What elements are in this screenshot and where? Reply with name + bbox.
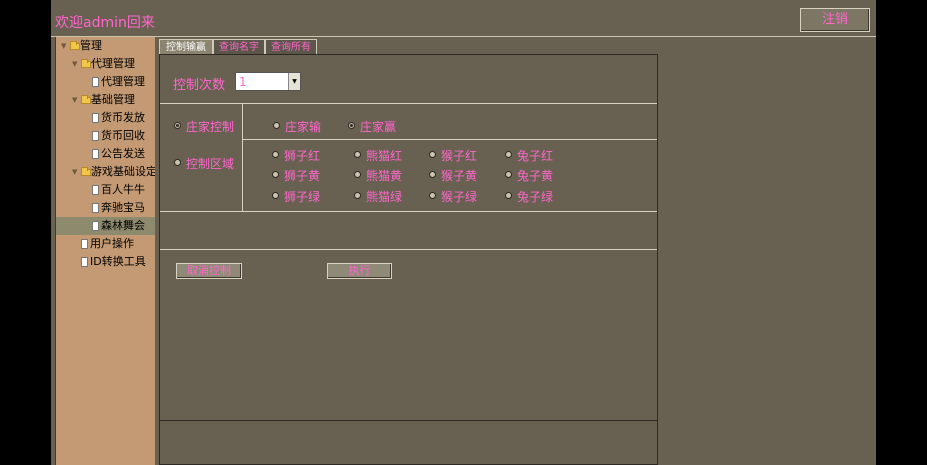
- tree-item-basic-folder[interactable]: ▼ 基础管理: [56, 91, 155, 109]
- region-radio[interactable]: [354, 171, 361, 178]
- tab-query-name[interactable]: 查询名字: [213, 39, 265, 55]
- sidebar-tree: ▼ 管理 ▼ 代理管理 代理管理 ▼ 基础管理 货币发放 货币回收 公告发送 ▼…: [55, 37, 157, 465]
- folder-icon: [81, 167, 91, 176]
- tree-item-id-convert[interactable]: ID转换工具: [56, 253, 155, 271]
- count-value: 1: [239, 75, 247, 89]
- banker-lose-radio[interactable]: [273, 122, 280, 129]
- tree-item-agent-manage[interactable]: 代理管理: [56, 73, 155, 91]
- tree-item-agent-folder[interactable]: ▼ 代理管理: [56, 55, 155, 73]
- count-select[interactable]: 1 ▼: [235, 72, 301, 91]
- file-icon: [92, 221, 99, 231]
- tree-item-hundred-niuniu[interactable]: 百人牛牛: [56, 181, 155, 199]
- tree-expand-icon[interactable]: ▼: [72, 91, 77, 109]
- banker-win-radio[interactable]: [348, 122, 355, 129]
- logout-button[interactable]: 注销: [800, 8, 870, 32]
- tree-item-user-ops[interactable]: 用户操作: [56, 235, 155, 253]
- execute-button[interactable]: 执行: [327, 263, 392, 279]
- tree-item-benz-bmw[interactable]: 奔驰宝马: [56, 199, 155, 217]
- tab-control-win-lose[interactable]: 控制输赢: [159, 39, 213, 55]
- welcome-text: 欢迎admin回来: [55, 15, 155, 31]
- count-label: 控制次数: [173, 78, 226, 93]
- region-radio[interactable]: [354, 192, 361, 199]
- folder-icon: [81, 59, 91, 68]
- divider: [160, 103, 657, 104]
- tree-label: 代理管理: [91, 57, 135, 70]
- banker-win-label: 庄家赢: [360, 120, 397, 134]
- tree-item-currency-issue[interactable]: 货币发放: [56, 109, 155, 127]
- banker-mode-label: 庄家控制: [186, 120, 235, 134]
- region-label: 猴子红: [441, 149, 478, 163]
- tree-item-currency-recover[interactable]: 货币回收: [56, 127, 155, 145]
- file-icon: [81, 257, 88, 267]
- tree-expand-icon[interactable]: ▼: [61, 37, 66, 55]
- region-label: 熊猫红: [366, 149, 403, 163]
- divider-vertical: [242, 103, 243, 211]
- tree-label: 货币回收: [101, 129, 145, 142]
- region-label: 猴子黄: [441, 169, 478, 183]
- tree-label: ID转换工具: [90, 255, 146, 268]
- tree-label: 公告发送: [101, 147, 145, 160]
- tree-label: 奔驰宝马: [101, 201, 145, 214]
- region-mode-radio[interactable]: [174, 159, 181, 166]
- tree-expand-icon[interactable]: ▼: [72, 163, 77, 181]
- tree-item-announcement[interactable]: 公告发送: [56, 145, 155, 163]
- region-radio[interactable]: [505, 151, 512, 158]
- region-radio[interactable]: [272, 171, 279, 178]
- region-label: 熊猫绿: [366, 190, 403, 204]
- tree-label: 代理管理: [101, 75, 145, 88]
- control-panel: 控制次数 1 ▼ 庄家控制 庄家输 庄家赢 控制区域 狮子红 熊猫红 猴子红 兔…: [159, 54, 658, 421]
- region-radio[interactable]: [429, 192, 436, 199]
- region-mode-label: 控制区域: [186, 157, 235, 171]
- divider: [242, 139, 657, 140]
- tree-item-game-settings-folder[interactable]: ▼ 游戏基础设定: [56, 163, 157, 181]
- file-icon: [92, 77, 99, 87]
- region-radio[interactable]: [272, 151, 279, 158]
- file-icon: [92, 113, 99, 123]
- region-label: 狮子黄: [284, 169, 321, 183]
- tree-label: 游戏基础设定: [91, 165, 157, 178]
- region-radio[interactable]: [429, 171, 436, 178]
- header-bar: 欢迎admin回来 注销: [51, 0, 876, 37]
- tree-label: 基础管理: [91, 93, 135, 106]
- banker-lose-label: 庄家输: [285, 120, 322, 134]
- file-icon: [92, 149, 99, 159]
- tree-item-management[interactable]: ▼ 管理: [56, 37, 155, 55]
- tree-label: 森林舞会: [101, 219, 145, 232]
- file-icon: [92, 131, 99, 141]
- content-area: 控制输赢 查询名字 查询所有 控制次数 1 ▼ 庄家控制 庄家输 庄家赢 控制区…: [155, 37, 660, 465]
- region-radio[interactable]: [505, 171, 512, 178]
- region-label: 兔子黄: [517, 169, 554, 183]
- tree-label: 管理: [80, 39, 102, 52]
- region-label: 狮子红: [284, 149, 321, 163]
- region-label: 熊猫黄: [366, 169, 403, 183]
- region-label: 狮子绿: [284, 190, 321, 204]
- dropdown-arrow-icon[interactable]: ▼: [288, 73, 300, 90]
- file-icon: [81, 239, 88, 249]
- tree-label: 货币发放: [101, 111, 145, 124]
- region-label: 猴子绿: [441, 190, 478, 204]
- region-radio[interactable]: [505, 192, 512, 199]
- folder-icon: [81, 95, 91, 104]
- folder-icon: [70, 41, 80, 50]
- region-radio[interactable]: [354, 151, 361, 158]
- divider: [160, 249, 657, 250]
- region-radio[interactable]: [272, 192, 279, 199]
- tree-item-forest-party[interactable]: 森林舞会: [56, 217, 155, 235]
- tree-label: 百人牛牛: [101, 183, 145, 196]
- tab-query-all[interactable]: 查询所有: [265, 39, 317, 55]
- region-label: 兔子红: [517, 149, 554, 163]
- tree-expand-icon[interactable]: ▼: [72, 55, 77, 73]
- banker-mode-radio[interactable]: [174, 122, 181, 129]
- tree-label: 用户操作: [90, 237, 134, 250]
- file-icon: [92, 203, 99, 213]
- region-radio[interactable]: [429, 151, 436, 158]
- file-icon: [92, 185, 99, 195]
- divider: [160, 211, 657, 212]
- admin-app: 欢迎admin回来 注销 ▼ 管理 ▼ 代理管理 代理管理 ▼ 基础管理 货币发…: [51, 0, 876, 465]
- region-label: 兔子绿: [517, 190, 554, 204]
- cancel-control-button[interactable]: 取消控制: [176, 263, 242, 279]
- panel-footer: [159, 421, 658, 465]
